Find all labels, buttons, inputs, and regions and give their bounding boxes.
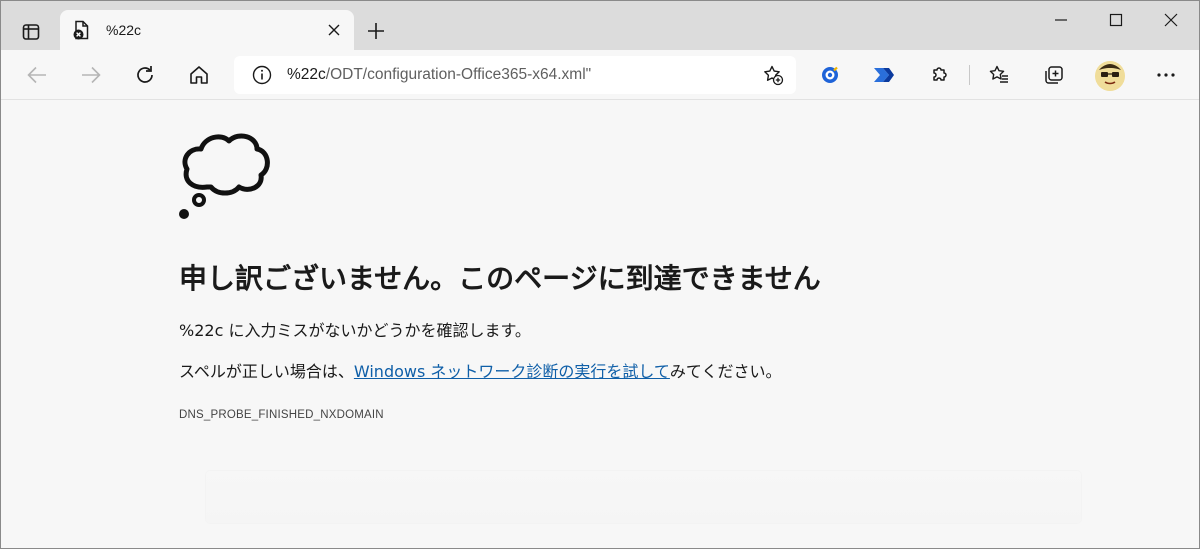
- minimize-icon: [1055, 19, 1067, 21]
- favorites-icon: [989, 65, 1008, 83]
- profile-avatar[interactable]: [1095, 61, 1125, 91]
- network-diagnostics-link[interactable]: Windows ネットワーク診断の実行を試して: [354, 362, 670, 381]
- more-icon: [1157, 73, 1175, 77]
- error-suggestion: スペルが正しい場合は、Windows ネットワーク診断の実行を試してみてください…: [179, 358, 781, 382]
- minimize-button[interactable]: [1049, 9, 1073, 31]
- maximize-button[interactable]: [1104, 9, 1128, 31]
- suggestion-suffix: みてください。: [669, 362, 782, 381]
- tab-actions-icon: [22, 24, 40, 40]
- faded-panel: [206, 471, 1081, 523]
- error-code: DNS_PROBE_FINISHED_NXDOMAIN: [179, 409, 384, 421]
- tab-strip: %22c: [1, 1, 1199, 50]
- add-favorite-icon: [764, 65, 784, 86]
- new-tab-button[interactable]: [363, 18, 389, 44]
- power-automate-icon: [874, 68, 894, 82]
- refresh-button[interactable]: [131, 61, 159, 89]
- suggestion-prefix: スペルが正しい場合は、: [179, 362, 354, 381]
- browser-window: %22c %22c/ODT/configuration-Office365-x6…: [0, 0, 1200, 549]
- active-tab[interactable]: %22c: [60, 10, 354, 50]
- error-page: 申し訳ございません。このページに到達できません %22c に入力ミスがないかどう…: [1, 101, 1199, 548]
- refresh-icon: [137, 66, 153, 83]
- address-bar[interactable]: %22c/ODT/configuration-Office365-x64.xml…: [234, 56, 796, 94]
- extensions-button[interactable]: [925, 61, 953, 89]
- close-icon: [328, 24, 340, 36]
- add-favorite-button[interactable]: [762, 64, 784, 86]
- more-menu-button[interactable]: [1152, 61, 1180, 89]
- extension-blue-icon: [822, 66, 838, 83]
- puzzle-icon: [933, 67, 947, 81]
- url-host: %22c: [287, 66, 326, 83]
- tab-title: %22c: [106, 22, 142, 38]
- home-button[interactable]: [185, 61, 213, 89]
- collections-button[interactable]: [1040, 61, 1068, 89]
- home-icon: [190, 66, 208, 84]
- error-hint: %22c に入力ミスがないかどうかを確認します。: [179, 321, 531, 340]
- back-arrow-icon: [27, 66, 46, 84]
- error-file-icon: [72, 20, 92, 40]
- error-title: 申し訳ございません。このページに到達できません: [179, 262, 821, 295]
- window-close-button[interactable]: [1159, 9, 1183, 31]
- info-icon[interactable]: [251, 64, 273, 86]
- thought-cloud-icon: [179, 133, 270, 219]
- tab-actions-button[interactable]: [13, 16, 49, 48]
- extension-blue-button[interactable]: [816, 61, 844, 89]
- close-icon: [1164, 13, 1178, 27]
- back-button[interactable]: [23, 61, 51, 89]
- tab-close-button[interactable]: [324, 20, 344, 40]
- favorites-button[interactable]: [985, 61, 1013, 89]
- avatar-icon: [1095, 61, 1125, 91]
- url-path: /ODT/configuration-Office365-x64.xml": [325, 66, 592, 83]
- maximize-icon: [1109, 13, 1123, 27]
- forward-arrow-icon: [82, 66, 101, 84]
- url-text: %22c/ODT/configuration-Office365-x64.xml…: [287, 66, 591, 84]
- toolbar-separator: [969, 65, 970, 85]
- power-automate-button[interactable]: [870, 61, 898, 89]
- plus-icon: [368, 23, 384, 39]
- collections-icon: [1045, 66, 1063, 84]
- forward-button[interactable]: [77, 61, 105, 89]
- toolbar: %22c/ODT/configuration-Office365-x64.xml…: [1, 50, 1199, 100]
